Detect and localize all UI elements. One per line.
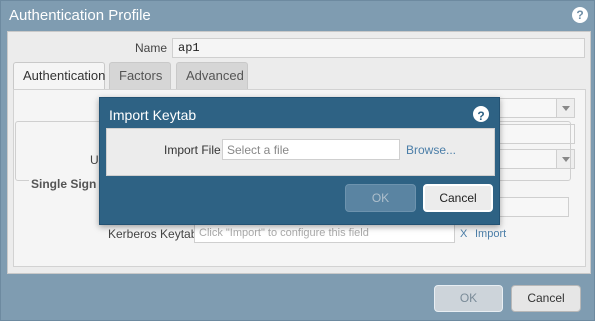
help-icon[interactable]: ? [473,106,489,123]
name-label: Name [135,41,168,55]
import-file-input[interactable]: Select a file [222,139,400,160]
kerberos-keytab-label: Kerberos Keytab [108,227,198,241]
ok-button[interactable]: OK [434,285,503,312]
modal-ok-button[interactable]: OK [345,184,416,212]
name-row: Name ap1 [8,38,590,58]
clear-keytab-button[interactable]: X [460,228,467,240]
tab-authentication[interactable]: Authentication [13,62,105,90]
modal-cancel-button[interactable]: Cancel [423,184,493,212]
import-file-label: Import File [164,143,221,157]
help-icon[interactable]: ? [572,7,588,23]
browse-link[interactable]: Browse... [406,143,456,157]
import-keytab-link[interactable]: Import [475,228,506,240]
name-input[interactable]: ap1 [172,38,585,58]
kerberos-keytab-input[interactable]: Click "Import" to configure this field [194,223,455,243]
cancel-button[interactable]: Cancel [511,285,581,312]
tab-factors[interactable]: Factors [109,62,171,90]
chevron-down-icon [556,99,574,117]
dialog-title: Authentication Profile [9,7,151,24]
modal-body: Import File Select a file Browse... [106,128,495,176]
tab-advanced[interactable]: Advanced [176,62,248,90]
modal-title: Import Keytab [109,107,197,123]
import-keytab-modal: Import Keytab ? Import File Select a fil… [99,97,500,225]
